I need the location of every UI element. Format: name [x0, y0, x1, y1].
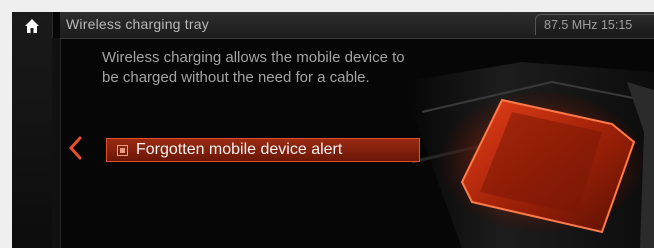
- home-icon[interactable]: [24, 18, 40, 34]
- charging-tray-image: [402, 62, 654, 248]
- left-strip: [52, 38, 61, 248]
- status-text: 87.5 MHz 15:15: [544, 18, 633, 32]
- home-column: [12, 12, 53, 248]
- idrive-screen: Wireless charging tray 87.5 MHz 15:15 Wi…: [12, 12, 654, 248]
- option-label: Forgotten mobile device alert: [136, 141, 343, 158]
- status-panel: 87.5 MHz 15:15: [535, 14, 654, 35]
- chevron-left-icon[interactable]: [68, 136, 82, 160]
- checkbox-icon[interactable]: [117, 144, 128, 156]
- header-bar: Wireless charging tray 87.5 MHz 15:15: [60, 12, 654, 39]
- page-title: Wireless charging tray: [66, 16, 209, 32]
- description-text: Wireless charging allows the mobile devi…: [102, 49, 405, 86]
- forgotten-device-alert-option[interactable]: Forgotten mobile device alert: [106, 138, 420, 162]
